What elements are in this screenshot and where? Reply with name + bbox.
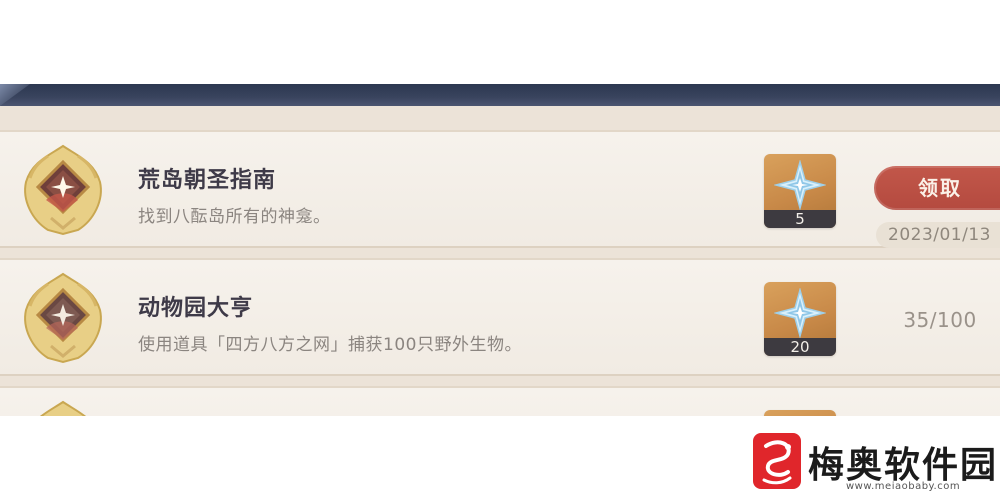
reward-tile[interactable]: 5 xyxy=(764,154,836,228)
achievement-badge-icon xyxy=(39,400,87,416)
achievement-description: 使用道具「四方八方之网」捕获100只野外生物。 xyxy=(138,335,522,355)
window-header-bar xyxy=(0,84,1000,106)
completion-date: 2023/01/13 xyxy=(876,222,1000,248)
achievement-description: 找到八酝岛所有的神龛。 xyxy=(138,207,331,227)
primogem-icon xyxy=(774,288,826,338)
achievement-badge-icon xyxy=(24,272,102,364)
dragon-logo-icon xyxy=(753,433,801,489)
achievement-title: 荒岛朝圣指南 xyxy=(138,168,277,193)
achievement-title: 动物园大亨 xyxy=(138,296,254,321)
achievement-row[interactable]: 荒岛朝圣指南 找到八酝岛所有的神龛。 5 领取 2023/01/13 xyxy=(0,130,1000,248)
top-blank-area xyxy=(0,0,1000,84)
reward-tile[interactable]: 20 xyxy=(764,282,836,356)
achievement-list[interactable]: 荒岛朝圣指南 找到八酝岛所有的神龛。 5 领取 2023/01/13 动物园大亨… xyxy=(0,106,1000,416)
reward-count: 5 xyxy=(764,210,836,228)
primogem-icon xyxy=(774,160,826,210)
achievement-row[interactable] xyxy=(0,386,1000,416)
reward-count: 20 xyxy=(764,338,836,356)
progress-counter: 35/100 xyxy=(903,308,977,332)
achievement-row[interactable]: 动物园大亨 使用道具「四方八方之网」捕获100只野外生物。 20 35/100 xyxy=(0,258,1000,376)
claim-button[interactable]: 领取 xyxy=(874,166,1000,210)
achievement-badge-icon xyxy=(24,144,102,236)
watermark-url: www.meiaobaby.com xyxy=(846,481,961,492)
